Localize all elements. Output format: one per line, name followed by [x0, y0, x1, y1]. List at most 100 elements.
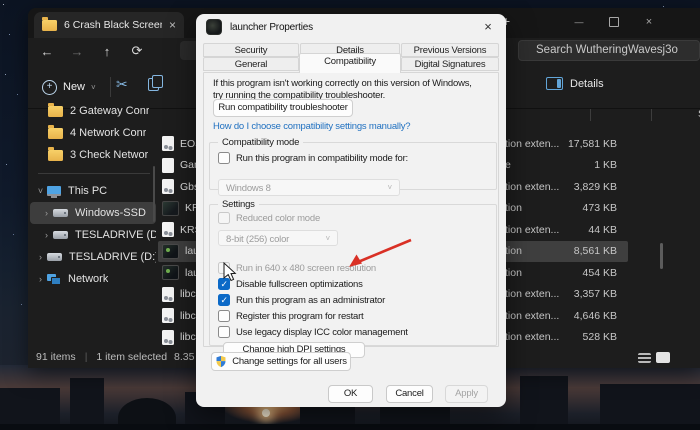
- dll-file-icon: [162, 179, 174, 194]
- status-divider: |: [85, 351, 88, 363]
- launcher-app-icon: [206, 19, 222, 35]
- change-all-users-button[interactable]: Change settings for all users: [211, 352, 351, 371]
- minimize-icon: —: [575, 17, 584, 27]
- details-pane-icon: [546, 77, 563, 90]
- apply-button-disabled: Apply: [445, 385, 488, 403]
- file-type: tion exten...: [505, 138, 559, 150]
- sidebar-item-folder[interactable]: 3 Check Networ: [30, 144, 156, 166]
- checkbox-label: Run this program as an administrator: [236, 295, 385, 306]
- tab-compatibility[interactable]: Compatibility: [299, 53, 401, 73]
- dll-file-icon: [162, 222, 174, 237]
- chevron-down-icon: ˅: [91, 83, 96, 92]
- disable-fullscreen-checkbox-row[interactable]: Disable fullscreen optimizations: [218, 278, 363, 290]
- sidebar-item-folder[interactable]: 4 Network Conr: [30, 122, 156, 144]
- file-type: tion: [505, 267, 522, 279]
- group-title: Compatibility mode: [218, 137, 303, 148]
- checkbox-disabled: [218, 212, 230, 224]
- compat-os-dropdown[interactable]: Windows 8 ˅: [218, 179, 400, 196]
- dll-file-icon: [162, 287, 174, 302]
- settings-group: Settings Reduced color mode 8-bit (256) …: [209, 204, 497, 346]
- copy-icon[interactable]: [148, 78, 159, 91]
- close-button[interactable]: ×: [633, 10, 665, 34]
- group-title: Settings: [218, 199, 259, 210]
- chevron-right-icon[interactable]: ›: [40, 230, 53, 240]
- file-type: tion exten...: [505, 181, 559, 193]
- dropdown-value: Windows 8: [226, 183, 399, 194]
- cancel-button[interactable]: Cancel: [386, 385, 433, 403]
- details-button[interactable]: Details: [546, 77, 604, 90]
- sidebar-item-folder[interactable]: 2 Gateway Conr: [30, 100, 156, 122]
- cut-icon[interactable]: ✂: [116, 76, 128, 93]
- tab-general[interactable]: General: [203, 57, 299, 71]
- run-troubleshooter-button[interactable]: Run compatibility troubleshooter: [213, 99, 353, 117]
- folder-icon: [48, 128, 63, 139]
- dialog-title: launcher Properties: [230, 22, 313, 33]
- sidebar-item-this-pc[interactable]: ˅ This PC: [30, 180, 156, 202]
- sidebar-item-windows-ssd[interactable]: › Windows-SSD: [30, 202, 156, 224]
- chevron-down-icon: ˅: [326, 234, 330, 243]
- chevron-right-icon[interactable]: ›: [34, 252, 47, 262]
- checkbox-label: Run this program in compatibility mode f…: [236, 153, 408, 164]
- sidebar-item-label: Windows-SSD: [75, 207, 146, 219]
- chevron-right-icon[interactable]: ›: [34, 274, 47, 284]
- properties-dialog: launcher Properties × Security Details P…: [196, 14, 506, 407]
- checkbox-checked[interactable]: [218, 294, 230, 306]
- register-restart-checkbox-row[interactable]: Register this program for restart: [218, 310, 364, 322]
- file-size: 1 KB: [594, 159, 617, 171]
- building-silhouette: [0, 388, 60, 428]
- network-icon: [47, 274, 61, 285]
- checkbox-unchecked[interactable]: [218, 310, 230, 322]
- tab-digital-signatures[interactable]: Digital Signatures: [401, 57, 499, 71]
- sidebar-item-tesladrive-d[interactable]: › TESLADRIVE (D:): [30, 246, 156, 268]
- checkbox-unchecked[interactable]: [218, 326, 230, 338]
- forward-icon[interactable]: →: [62, 44, 92, 59]
- checkbox-unchecked[interactable]: [218, 152, 230, 164]
- file-type: tion exten...: [505, 331, 559, 343]
- launcher-app-icon: [162, 265, 179, 280]
- checkbox-label: Run in 640 x 480 screen resolution: [236, 263, 376, 274]
- details-view-icon[interactable]: [638, 353, 651, 363]
- file-icon: [162, 158, 174, 173]
- column-separator[interactable]: [651, 109, 652, 121]
- compat-mode-checkbox-row[interactable]: Run this program in compatibility mode f…: [218, 152, 408, 164]
- file-size: 3,829 KB: [574, 181, 617, 193]
- file-type: tion exten...: [505, 224, 559, 236]
- new-button[interactable]: + New ˅: [36, 75, 102, 99]
- tab-close-icon[interactable]: ×: [169, 19, 176, 31]
- sidebar-scrollbar[interactable]: [153, 166, 155, 222]
- checkbox-label: Register this program for restart: [236, 311, 364, 322]
- file-size: 473 KB: [583, 202, 617, 214]
- search-input[interactable]: Search WutheringWavesj3o: [518, 40, 700, 61]
- thumbnail-view-icon[interactable]: [656, 352, 670, 363]
- chevron-right-icon[interactable]: ›: [40, 208, 53, 218]
- dropdown-value: 8-bit (256) color: [226, 234, 337, 245]
- back-icon[interactable]: ←: [32, 44, 62, 59]
- address-bar[interactable]: [180, 41, 196, 60]
- maximize-button[interactable]: [598, 10, 630, 34]
- file-list-scrollbar[interactable]: [660, 243, 663, 269]
- drive-icon: [53, 209, 68, 217]
- 640x480-checkbox-row[interactable]: Run in 640 x 480 screen resolution: [218, 262, 376, 274]
- minimize-button[interactable]: —: [563, 10, 595, 34]
- refresh-icon[interactable]: ⟳: [122, 43, 152, 59]
- column-separator[interactable]: [590, 109, 591, 121]
- compatibility-help-link[interactable]: How do I choose compatibility settings m…: [213, 121, 410, 132]
- color-mode-dropdown: 8-bit (256) color ˅: [218, 230, 338, 246]
- selection-count: 1 item selected: [96, 351, 167, 363]
- dialog-close-button[interactable]: ×: [480, 19, 496, 35]
- tab-previous-versions[interactable]: Previous Versions: [401, 43, 499, 57]
- checkbox-checked[interactable]: [218, 278, 230, 290]
- sidebar-item-network[interactable]: › Network: [30, 268, 156, 290]
- up-icon[interactable]: ↑: [92, 44, 122, 59]
- chevron-down-icon[interactable]: ˅: [34, 186, 47, 196]
- run-as-admin-checkbox-row[interactable]: Run this program as an administrator: [218, 294, 385, 306]
- sidebar-item-tesladrive[interactable]: › TESLADRIVE (D: [30, 224, 156, 246]
- file-type: tion exten...: [505, 310, 559, 322]
- reduced-color-checkbox-row[interactable]: Reduced color mode: [218, 212, 320, 224]
- sidebar-item-label: 3 Check Networ: [70, 149, 148, 161]
- tab-security[interactable]: Security: [203, 43, 299, 57]
- explorer-tab[interactable]: 6 Crash Black Screen ×: [34, 12, 184, 38]
- ok-button[interactable]: OK: [328, 385, 373, 403]
- legacy-icc-checkbox-row[interactable]: Use legacy display ICC color management: [218, 326, 408, 338]
- launcher-app-icon: [162, 244, 179, 259]
